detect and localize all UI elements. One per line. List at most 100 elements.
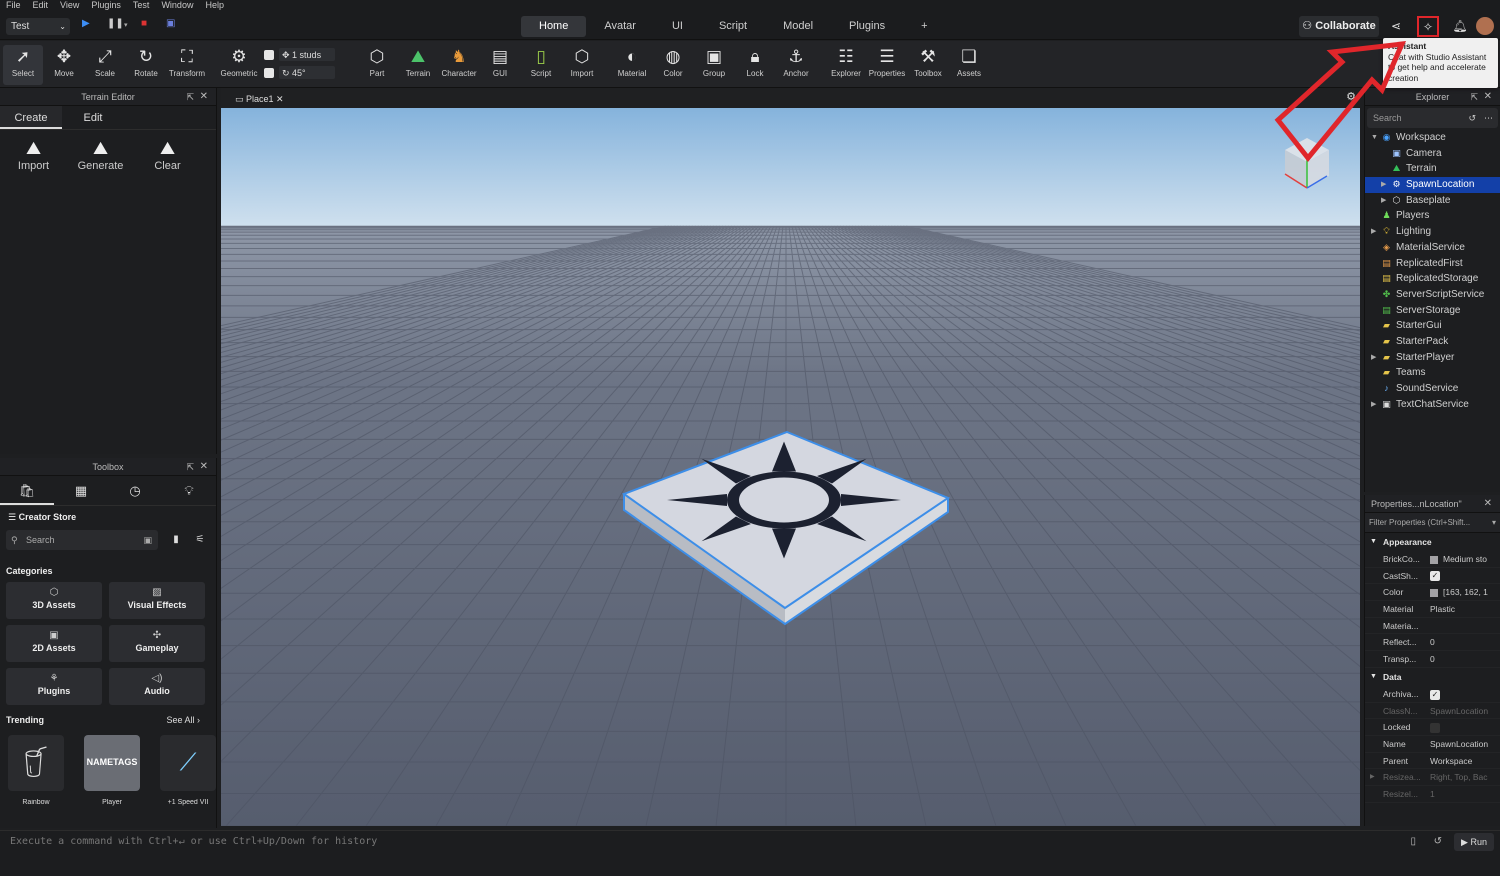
tab-avatar[interactable]: Avatar (586, 16, 654, 37)
checkbox-icon[interactable]: ✓ (1430, 571, 1440, 582)
transform-button[interactable]: ⛶ Transform (167, 45, 207, 78)
popout-icon[interactable]: ⇱ (186, 88, 194, 106)
tab-creations[interactable]: 💡︎ (162, 476, 216, 505)
menu-plugins[interactable]: Plugins (91, 0, 121, 12)
material-button[interactable]: ◐ Material (612, 45, 652, 78)
stop-icon[interactable]: ■ (141, 18, 147, 29)
menu-test[interactable]: Test (133, 0, 150, 12)
properties-button[interactable]: ☰ Properties (867, 45, 907, 78)
clear-terrain-button[interactable]: ⛰ Clear (134, 136, 201, 172)
tab-home[interactable]: Home (521, 16, 587, 37)
property-value[interactable]: SpawnLocation (1430, 736, 1500, 753)
close-icon[interactable]: ✕ (1484, 495, 1492, 513)
property-value[interactable]: [163, 162, 1 (1430, 584, 1500, 601)
section-data[interactable]: ▼ Data (1365, 668, 1500, 686)
select-button[interactable]: ➚ Select (3, 45, 43, 85)
property-row[interactable]: Archiva... ✓ (1365, 686, 1500, 703)
trending-item[interactable]: ⟋ +1 Speed VII (160, 735, 216, 806)
property-row[interactable]: Resizel... 1 (1365, 786, 1500, 803)
explorer-item-lighting[interactable]: ▶ 💡︎ Lighting (1365, 224, 1500, 240)
terrain-button[interactable]: ⛰ Terrain (398, 45, 438, 78)
history-icon[interactable]: ↺ (1468, 108, 1476, 128)
expand-closed-icon[interactable]: ▶ (1381, 193, 1386, 209)
trending-item[interactable]: NAMETAGS Player (84, 735, 140, 806)
property-row[interactable]: CastSh... ✓ (1365, 568, 1500, 585)
expand-closed-icon[interactable]: ▶ (1381, 177, 1386, 193)
trending-item[interactable]: 🥤︎ Rainbow (8, 735, 64, 806)
toolbox-search-input[interactable]: ⚲ Search ▣ (6, 530, 158, 550)
explorer-item-materialservice[interactable]: ◈ MaterialService (1365, 240, 1500, 256)
close-icon[interactable]: ✕ (200, 458, 208, 476)
property-row[interactable]: BrickCo... Medium sto (1365, 551, 1500, 568)
gui-button[interactable]: ▤ GUI (480, 45, 520, 78)
move-button[interactable]: ✥ Move (44, 45, 84, 78)
section-appearance[interactable]: ▼ Appearance (1365, 533, 1500, 551)
toolbox-button[interactable]: ⚒ Toolbox (908, 45, 948, 78)
menu-edit[interactable]: Edit (33, 0, 49, 12)
menu-file[interactable]: File (6, 0, 21, 12)
property-row[interactable]: Color [163, 162, 1 (1365, 584, 1500, 602)
tab-plugins[interactable]: Plugins (831, 16, 903, 37)
assistant-icon[interactable]: ✧ (1417, 16, 1439, 37)
filter-icon[interactable]: ⚟ (192, 532, 208, 548)
command-input[interactable]: Execute a command with Ctrl+↵ or use Ctr… (10, 836, 377, 847)
property-row[interactable]: Transp... 0 (1365, 651, 1500, 668)
popout-icon[interactable]: ⇱ (1470, 88, 1478, 106)
property-row[interactable]: Name SpawnLocation (1365, 736, 1500, 753)
property-row[interactable]: Parent Workspace (1365, 753, 1500, 770)
property-row[interactable]: ClassN... SpawnLocation (1365, 703, 1500, 720)
tab-create[interactable]: Create (0, 106, 62, 129)
property-value[interactable]: 0 (1430, 651, 1500, 668)
category-gameplay[interactable]: ✣ Gameplay (109, 625, 205, 662)
property-row[interactable]: Reflect... 0 (1365, 634, 1500, 652)
explorer-item-teams[interactable]: ▰ Teams (1365, 365, 1500, 381)
device-icon[interactable]: ▣ (166, 18, 175, 29)
property-value[interactable]: Right, Top, Bac (1430, 769, 1500, 786)
property-value[interactable]: SpawnLocation (1430, 703, 1500, 720)
tab-script[interactable]: Script (701, 16, 765, 37)
chevron-down-icon[interactable]: ▾ (124, 21, 128, 29)
bookmark-icon[interactable]: ▮ (168, 532, 184, 548)
group-button[interactable]: ▣ Group (694, 45, 734, 78)
rotate-button[interactable]: ↻ Rotate (126, 45, 166, 78)
assets-button[interactable]: ❏ Assets (949, 45, 989, 78)
explorer-item-soundservice[interactable]: ♪ SoundService (1365, 381, 1500, 397)
checkbox-icon[interactable] (264, 49, 274, 60)
explorer-item-serverscriptservice[interactable]: ✤ ServerScriptService (1365, 287, 1500, 303)
expand-open-icon[interactable]: ▼ (1370, 668, 1377, 686)
scale-button[interactable]: ⤢ Scale (85, 45, 125, 78)
explorer-item-baseplate[interactable]: ▶ ⬡ Baseplate (1365, 193, 1500, 209)
tab-place1[interactable]: ▭ Place1 ✕ (229, 90, 290, 108)
checkbox-icon[interactable] (264, 67, 274, 78)
property-value[interactable]: 0 (1430, 634, 1500, 651)
property-value[interactable] (1430, 719, 1500, 736)
command-bar[interactable]: Execute a command with Ctrl+↵ or use Ctr… (0, 830, 1500, 852)
import-terrain-button[interactable]: ⛰ Import (0, 136, 67, 172)
category-audio[interactable]: ◁) Audio (109, 668, 205, 705)
filter-properties-input[interactable]: Filter Properties (Ctrl+Shift... ▾ (1365, 513, 1500, 533)
tab-edit[interactable]: Edit (62, 106, 124, 129)
explorer-item-serverstorage[interactable]: ▤ ServerStorage (1365, 303, 1500, 319)
more-icon[interactable]: ⋯ (1484, 108, 1493, 128)
property-value[interactable]: ✓ (1430, 686, 1500, 703)
see-all-link[interactable]: See All › (166, 715, 200, 725)
test-mode-dropdown[interactable]: Test ⌄ (6, 18, 70, 35)
expand-closed-icon[interactable]: ▶ (1370, 769, 1375, 786)
checkbox-icon[interactable] (1430, 722, 1440, 733)
character-button[interactable]: ♞ Character (439, 45, 479, 78)
tab-store[interactable]: 🛍︎ (0, 476, 54, 505)
bookmark-icon[interactable]: ▯ (1410, 831, 1416, 853)
part-button[interactable]: ⬡ Part (357, 45, 397, 78)
explorer-item-starterplayer[interactable]: ▶ ▰ StarterPlayer (1365, 350, 1500, 366)
property-value[interactable]: Workspace (1430, 753, 1500, 770)
property-row[interactable]: Material Plastic (1365, 601, 1500, 618)
pause-icon[interactable]: ❚❚ (107, 18, 124, 29)
property-row[interactable]: Materia... (1365, 618, 1500, 635)
tab-recent[interactable]: ◷ (108, 476, 162, 505)
close-icon[interactable]: ✕ (200, 88, 208, 106)
category-3d-assets[interactable]: ⬡ 3D Assets (6, 582, 102, 619)
script-button[interactable]: ▯ Script (521, 45, 561, 78)
menu-view[interactable]: View (60, 0, 79, 12)
geometric-button[interactable]: ⚙ Geometric (219, 45, 259, 78)
explorer-item-replicatedfirst[interactable]: ▤ ReplicatedFirst (1365, 256, 1500, 272)
